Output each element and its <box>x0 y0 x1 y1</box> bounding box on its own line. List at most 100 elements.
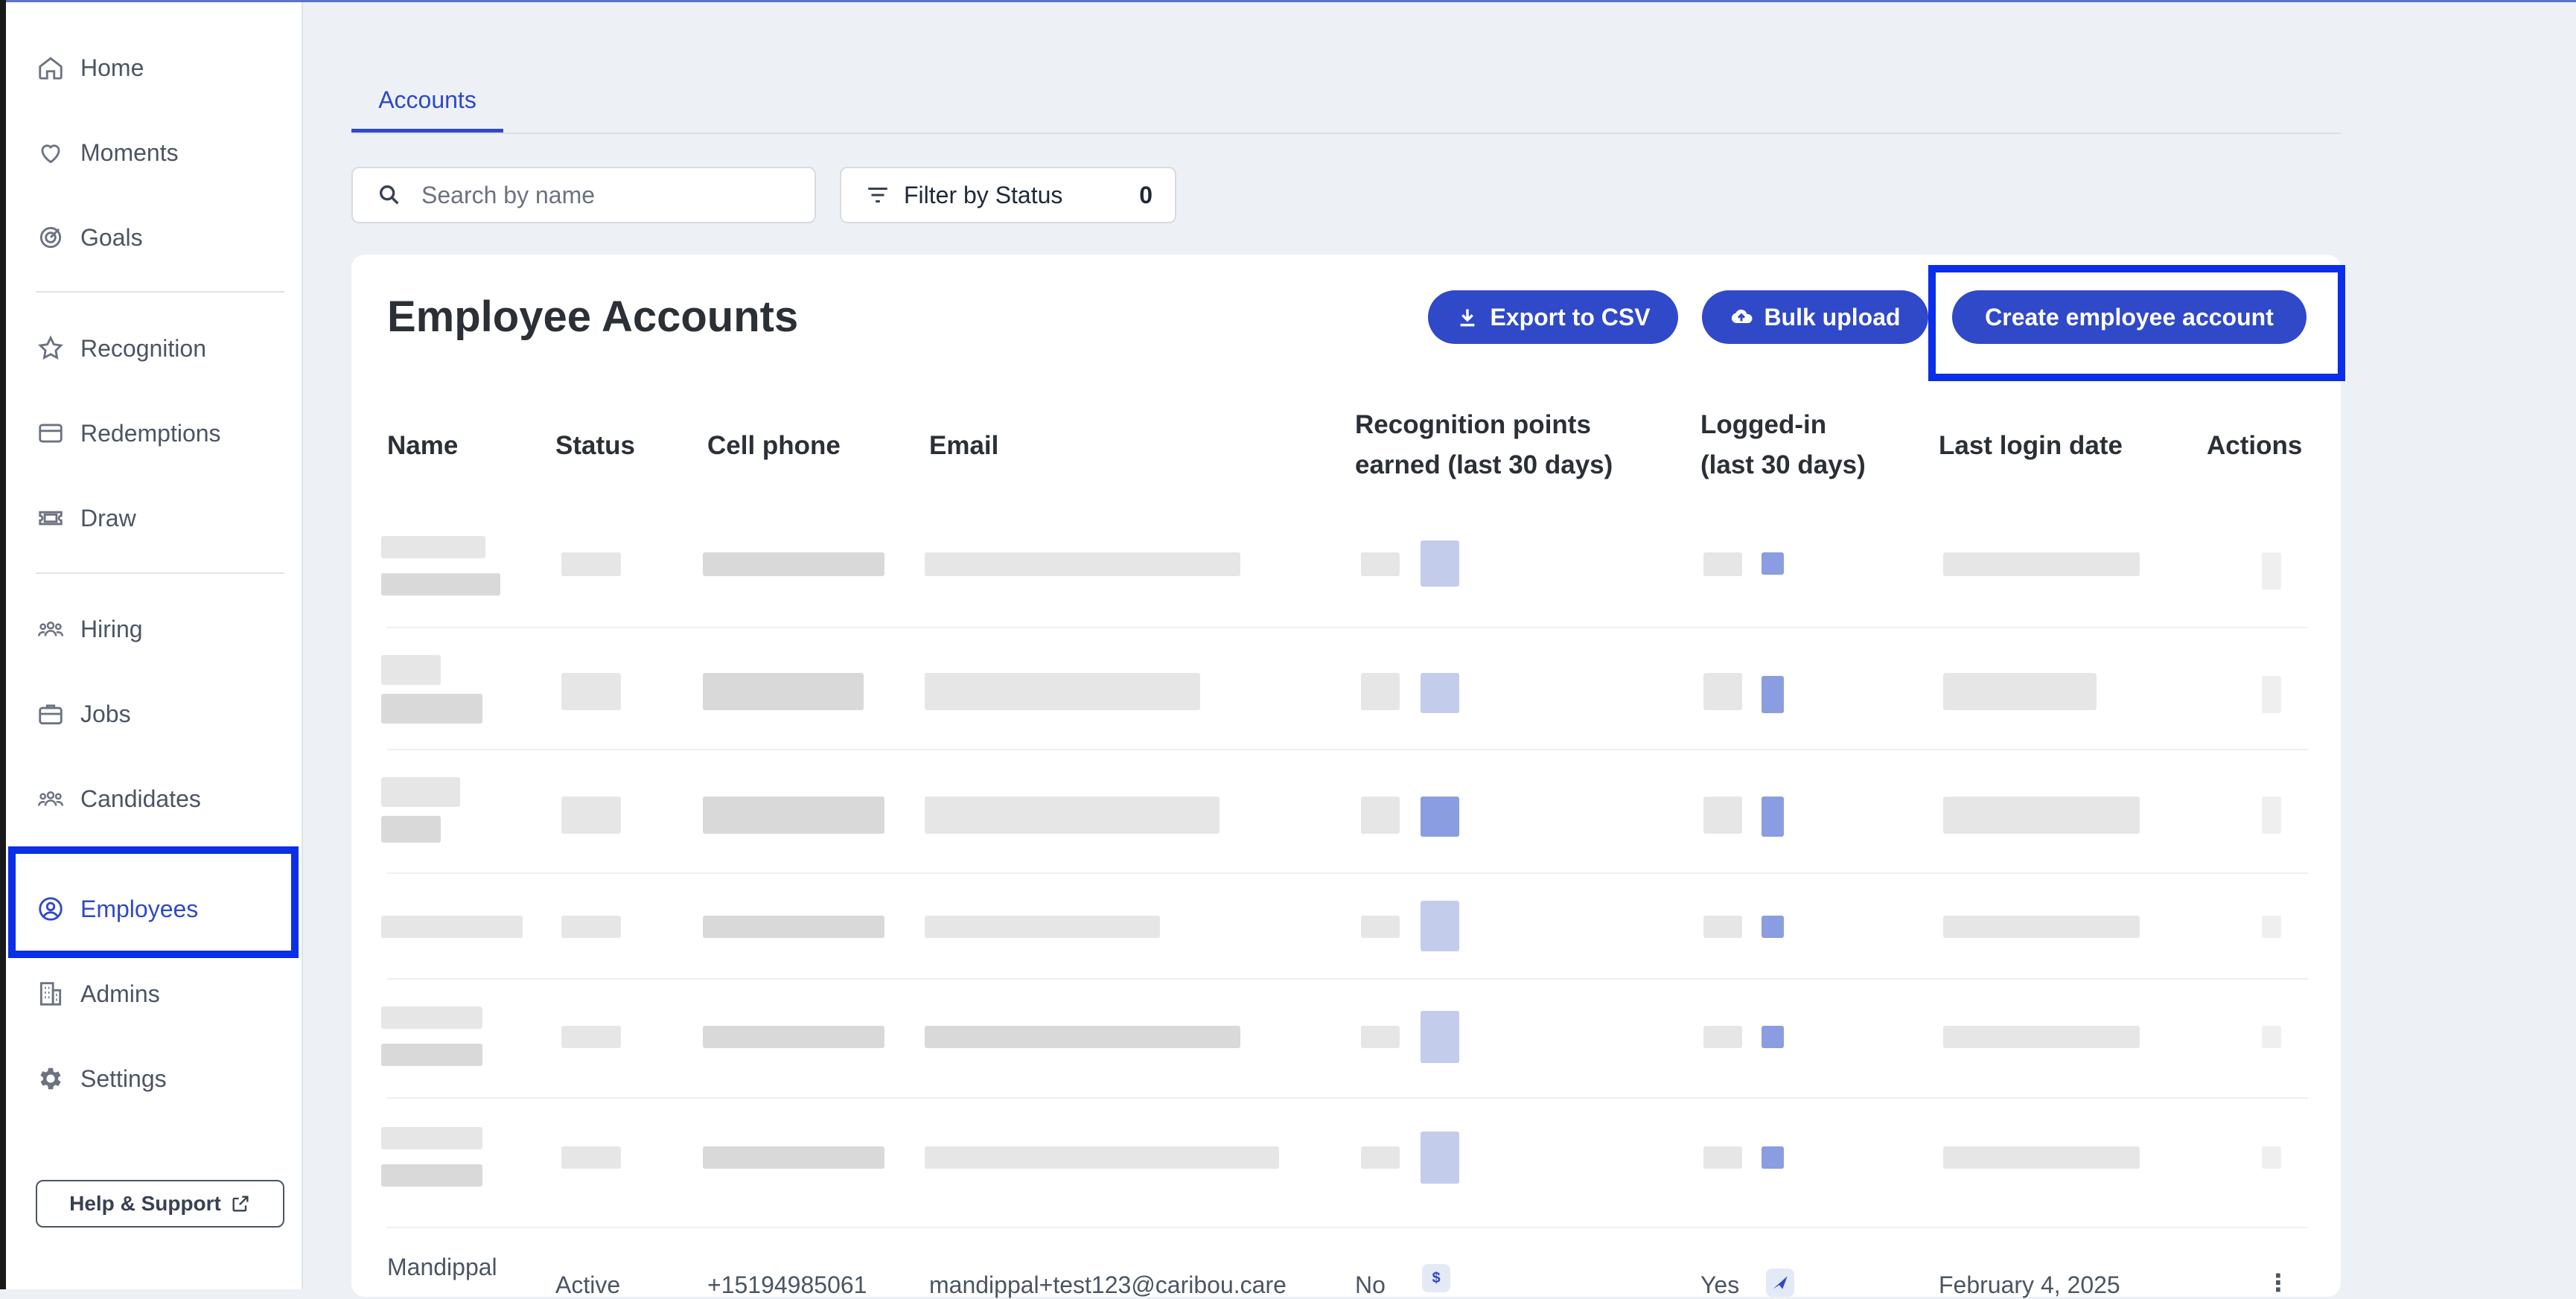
tab-label: Accounts <box>378 86 476 113</box>
redacted-points-badge <box>1421 540 1459 587</box>
external-link-icon <box>232 1196 249 1212</box>
sidebar-item-label: Jobs <box>80 700 131 727</box>
redacted-status <box>561 673 621 710</box>
redacted-logged-in <box>1703 1026 1742 1048</box>
redacted-logged-in-badge <box>1762 676 1784 713</box>
sidebar-item-label: Candidates <box>80 785 201 812</box>
redacted-name <box>381 1006 482 1029</box>
redacted-name <box>381 1127 482 1149</box>
column-header-recognition-points[interactable]: Recognition points earned (last 30 days) <box>1355 405 1613 485</box>
cell-last-login: February 4, 2025 <box>1939 1271 2120 1298</box>
row-divider <box>387 872 2308 874</box>
column-header-line: earned (last 30 days) <box>1355 450 1613 479</box>
search-icon <box>379 185 399 205</box>
column-header-name[interactable]: Name <box>387 426 458 466</box>
redacted-points <box>1361 916 1400 938</box>
sidebar-item-settings[interactable]: Settings <box>34 1049 280 1108</box>
redacted-actions[interactable] <box>2262 1026 2281 1048</box>
sidebar-item-label: Redemptions <box>80 419 221 447</box>
card-icon <box>34 417 67 450</box>
redacted-actions[interactable] <box>2262 916 2281 938</box>
redacted-actions[interactable] <box>2262 797 2281 834</box>
redacted-phone <box>703 797 884 834</box>
redacted-email <box>925 1026 1240 1048</box>
redacted-logged-in-badge <box>1762 797 1784 837</box>
target-icon <box>34 221 67 254</box>
sidebar-item-admins[interactable]: Admins <box>34 964 280 1024</box>
employee-accounts-card: Employee Accounts Export to CSV Bulk upl… <box>351 255 2341 1298</box>
download-icon <box>1461 309 1475 327</box>
redacted-phone <box>703 552 884 576</box>
redacted-points <box>1361 1146 1400 1169</box>
sidebar-item-goals[interactable]: Goals <box>34 208 280 267</box>
column-header-line: Logged-in <box>1700 410 1827 439</box>
search-box <box>351 167 816 223</box>
cloud-upload-icon <box>1732 309 1753 323</box>
sidebar-item-recognition[interactable]: Recognition <box>34 319 280 378</box>
column-header-last-login[interactable]: Last login date <box>1939 426 2123 466</box>
redacted-status <box>561 1146 621 1169</box>
redacted-phone <box>703 1146 884 1169</box>
filter-by-status-button[interactable]: Filter by Status 0 <box>840 167 1176 223</box>
briefcase-icon <box>34 698 67 730</box>
bulk-upload-button[interactable]: Bulk upload <box>1702 290 1928 344</box>
help-support-label: Help & Support <box>69 1192 221 1215</box>
cell-phone: +15194985061 <box>707 1271 867 1298</box>
send-icon[interactable] <box>1766 1268 1794 1297</box>
sidebar-item-label: Hiring <box>80 615 143 642</box>
column-header-status[interactable]: Status <box>555 426 635 466</box>
cell-status: Active <box>555 1271 621 1298</box>
redacted-email <box>925 552 1240 576</box>
sidebar-item-hiring[interactable]: Hiring <box>34 599 280 659</box>
redacted-last-login <box>1943 797 2140 834</box>
redacted-name <box>381 816 441 843</box>
points-dollar-badge[interactable]: $ <box>1422 1264 1450 1292</box>
sidebar-item-home[interactable]: Home <box>34 38 280 98</box>
tab-accounts[interactable]: Accounts <box>351 71 503 133</box>
redacted-email <box>925 673 1200 710</box>
help-support-button[interactable]: Help & Support <box>36 1180 284 1228</box>
redacted-actions[interactable] <box>2262 676 2281 713</box>
export-csv-button[interactable]: Export to CSV <box>1428 290 1678 344</box>
redacted-status <box>561 1026 621 1048</box>
redacted-phone <box>703 1026 884 1048</box>
sidebar-item-candidates[interactable]: Candidates <box>34 769 280 829</box>
row-divider <box>387 978 2308 980</box>
redacted-points-badge <box>1421 673 1459 713</box>
redacted-points-badge <box>1421 1132 1459 1184</box>
search-input[interactable] <box>420 180 795 210</box>
sidebar-item-draw[interactable]: Draw <box>34 488 280 548</box>
sidebar-item-label: Goals <box>80 223 143 251</box>
redacted-points-badge <box>1421 1011 1459 1063</box>
column-header-cell-phone[interactable]: Cell phone <box>707 426 841 466</box>
redacted-name <box>381 777 460 807</box>
create-account-highlight-box <box>1928 265 2345 381</box>
column-header-email[interactable]: Email <box>929 426 998 466</box>
redacted-logged-in-badge <box>1762 1146 1784 1169</box>
row-actions-menu[interactable]: ⋮ <box>2266 1268 2290 1297</box>
cell-logged-in: Yes <box>1700 1271 1740 1298</box>
column-header-logged-in[interactable]: Logged-in (last 30 days) <box>1700 405 1866 485</box>
filter-count: 0 <box>1139 181 1152 208</box>
redacted-status <box>561 552 621 576</box>
sidebar-divider <box>36 291 284 293</box>
redacted-name <box>381 916 523 938</box>
column-header-line: Recognition points <box>1355 410 1591 439</box>
redacted-actions[interactable] <box>2262 1146 2281 1169</box>
column-header-actions: Actions <box>2207 431 2303 460</box>
redacted-logged-in <box>1703 916 1742 938</box>
sidebar-item-moments[interactable]: Moments <box>34 123 280 182</box>
export-csv-label: Export to CSV <box>1490 303 1651 331</box>
redacted-logged-in-badge <box>1762 552 1784 575</box>
bulk-upload-label: Bulk upload <box>1764 303 1901 331</box>
redacted-email <box>925 916 1160 938</box>
sidebar-item-jobs[interactable]: Jobs <box>34 684 280 744</box>
redacted-actions[interactable] <box>2262 552 2281 590</box>
sidebar-item-redemptions[interactable]: Redemptions <box>34 403 280 463</box>
redacted-last-login <box>1943 1146 2140 1169</box>
redacted-last-login <box>1943 916 2140 938</box>
redacted-email <box>925 1146 1279 1169</box>
redacted-logged-in-badge <box>1762 916 1784 938</box>
heart-icon <box>34 136 67 169</box>
redacted-logged-in-badge <box>1762 1026 1784 1048</box>
